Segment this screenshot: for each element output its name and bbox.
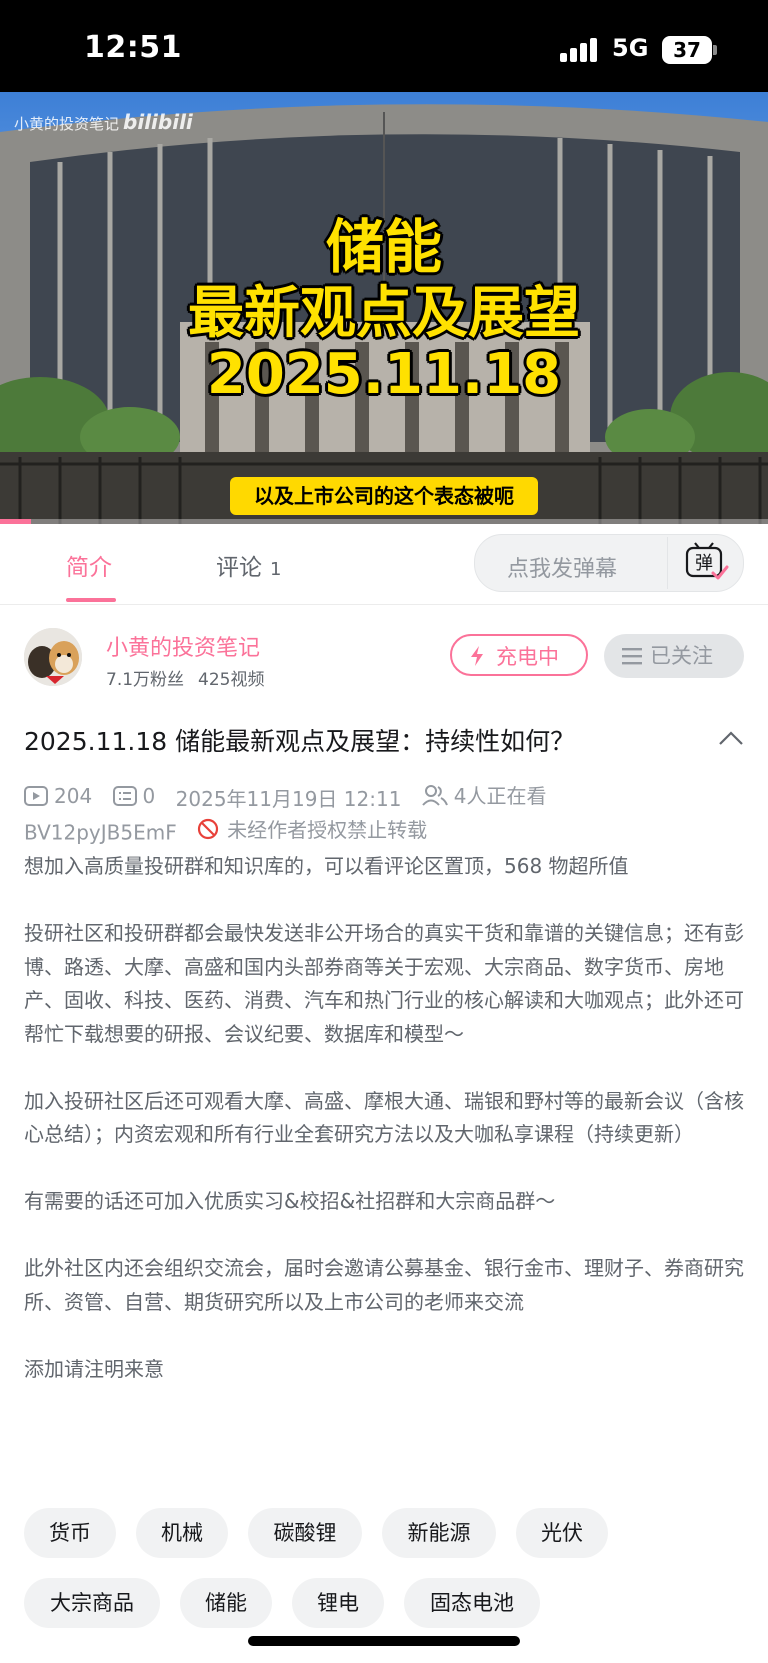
chevron-up-icon[interactable] — [718, 730, 744, 746]
tag-item[interactable]: 锂电 — [292, 1578, 384, 1628]
video-meta: 204 0 2025年11月19日 12:11 4人正在看 — [24, 780, 764, 811]
menu-icon — [622, 648, 642, 665]
battery-icon: 37 — [662, 36, 712, 64]
dog-avatar-icon — [24, 628, 82, 686]
tab-intro[interactable]: 简介 — [66, 548, 112, 582]
follow-label: 已关注 — [650, 644, 713, 668]
danmaku-divider — [667, 537, 668, 589]
watermark-author: 小黄的投资笔记 — [14, 115, 120, 133]
tab-active-indicator — [66, 598, 116, 602]
play-icon — [24, 785, 48, 806]
tag-item[interactable]: 固态电池 — [404, 1578, 540, 1628]
author-row: 小黄的投资笔记 7.1万粉丝 425视频 充电中 已关注 — [0, 620, 768, 700]
avatar[interactable] — [24, 628, 82, 686]
charge-button[interactable]: 充电中 — [450, 634, 588, 676]
tag-item[interactable]: 碳酸锂 — [248, 1508, 362, 1558]
forbidden-icon — [197, 818, 219, 839]
author-stats: 7.1万粉丝 425视频 — [106, 665, 265, 690]
follow-button[interactable]: 已关注 — [604, 634, 744, 678]
tab-bar: 简介 评论 1 点我发弹幕 弹 — [0, 524, 768, 605]
network-type: 5G — [612, 34, 649, 62]
play-count: 204 — [24, 784, 92, 808]
bvid: BV12pyJB5EmF — [24, 820, 177, 845]
comments-count: 1 — [270, 559, 282, 580]
video-watermark: 小黄的投资笔记 bilibili — [14, 110, 193, 134]
video-title-line3: 2025.11.18 — [206, 342, 562, 407]
video-meta-2: BV12pyJB5EmF 未经作者授权禁止转载 — [24, 814, 427, 845]
author-fans: 7.1万粉丝 — [106, 670, 185, 690]
signal-icon — [560, 38, 600, 62]
watching-value: 4人正在看 — [453, 784, 547, 808]
danmaku-placeholder: 点我发弹幕 — [507, 557, 618, 582]
tab-comments-label: 评论 — [216, 555, 262, 581]
copyright-notice: 未经作者授权禁止转载 — [197, 814, 427, 843]
description-paragraph: 添加请注明来意 — [24, 1356, 164, 1381]
battery-tip — [713, 45, 717, 55]
status-bar: 12:51 5G 37 — [0, 0, 768, 92]
people-icon — [422, 784, 448, 806]
description-paragraph: 投研社区和投研群都会最快发送非公开场合的真实干货和靠谱的关键信息；还有彭博、路透… — [24, 921, 744, 1046]
tag-item[interactable]: 大宗商品 — [24, 1578, 160, 1628]
video-title-line2: 最新观点及展望 — [188, 281, 580, 346]
description-paragraph: 加入投研社区后还可观看大摩、高盛、摩根大通、瑞银和野村等的最新会议（含核心总结）… — [24, 1088, 744, 1147]
tag-item[interactable]: 货币 — [24, 1508, 116, 1558]
video-description: 想加入高质量投研群和知识库的，可以看评论区置顶，568 物超所值 投研社区和投研… — [24, 850, 744, 1420]
lightning-icon — [471, 646, 483, 666]
description-paragraph: 此外社区内还会组织交流会，届时会邀请公募基金、银行金市、理财子、券商研究所、资管… — [24, 1256, 744, 1314]
author-name[interactable]: 小黄的投资笔记 — [106, 630, 260, 662]
description-paragraph: 有需要的话还可加入优质实习&校招&社招群和大宗商品群～ — [24, 1189, 556, 1213]
danmaku-count-icon — [112, 785, 137, 806]
bilibili-logo: bilibili — [123, 110, 193, 134]
author-videos: 425视频 — [198, 670, 265, 690]
publish-time: 2025年11月19日 12:11 — [175, 786, 402, 811]
tag-item[interactable]: 新能源 — [382, 1508, 496, 1558]
watching-now: 4人正在看 — [422, 780, 547, 809]
video-caption-banner: 以及上市公司的这个表态被呃 — [230, 477, 538, 515]
tag-item[interactable]: 机械 — [136, 1508, 228, 1558]
danmaku-icon-char: 弹 — [695, 553, 713, 574]
tab-comments[interactable]: 评论 1 — [216, 548, 281, 582]
tag-item[interactable]: 储能 — [180, 1578, 272, 1628]
play-count-value: 204 — [54, 783, 93, 808]
charge-label: 充电中 — [496, 645, 559, 669]
copyright-text: 未经作者授权禁止转载 — [227, 818, 428, 842]
video-title: 2025.11.18 储能最新观点及展望：持续性如何？ — [24, 727, 576, 756]
tag-item[interactable]: 光伏 — [516, 1508, 608, 1558]
video-player[interactable]: 小黄的投资笔记 bilibili 储能 最新观点及展望 2025.11.18 以及… — [0, 92, 768, 524]
danmaku-input[interactable]: 点我发弹幕 弹 — [474, 534, 744, 592]
danmaku-icon: 弹 — [685, 542, 729, 580]
danmaku-count-value: 0 — [142, 783, 156, 808]
danmaku-toggle-button[interactable]: 弹 — [671, 537, 741, 589]
danmaku-count: 0 — [112, 783, 156, 808]
home-indicator[interactable] — [248, 1636, 520, 1646]
description-paragraph: 想加入高质量投研群和知识库的，可以看评论区置顶，568 物超所值 — [24, 854, 629, 878]
status-time: 12:51 — [84, 30, 182, 65]
